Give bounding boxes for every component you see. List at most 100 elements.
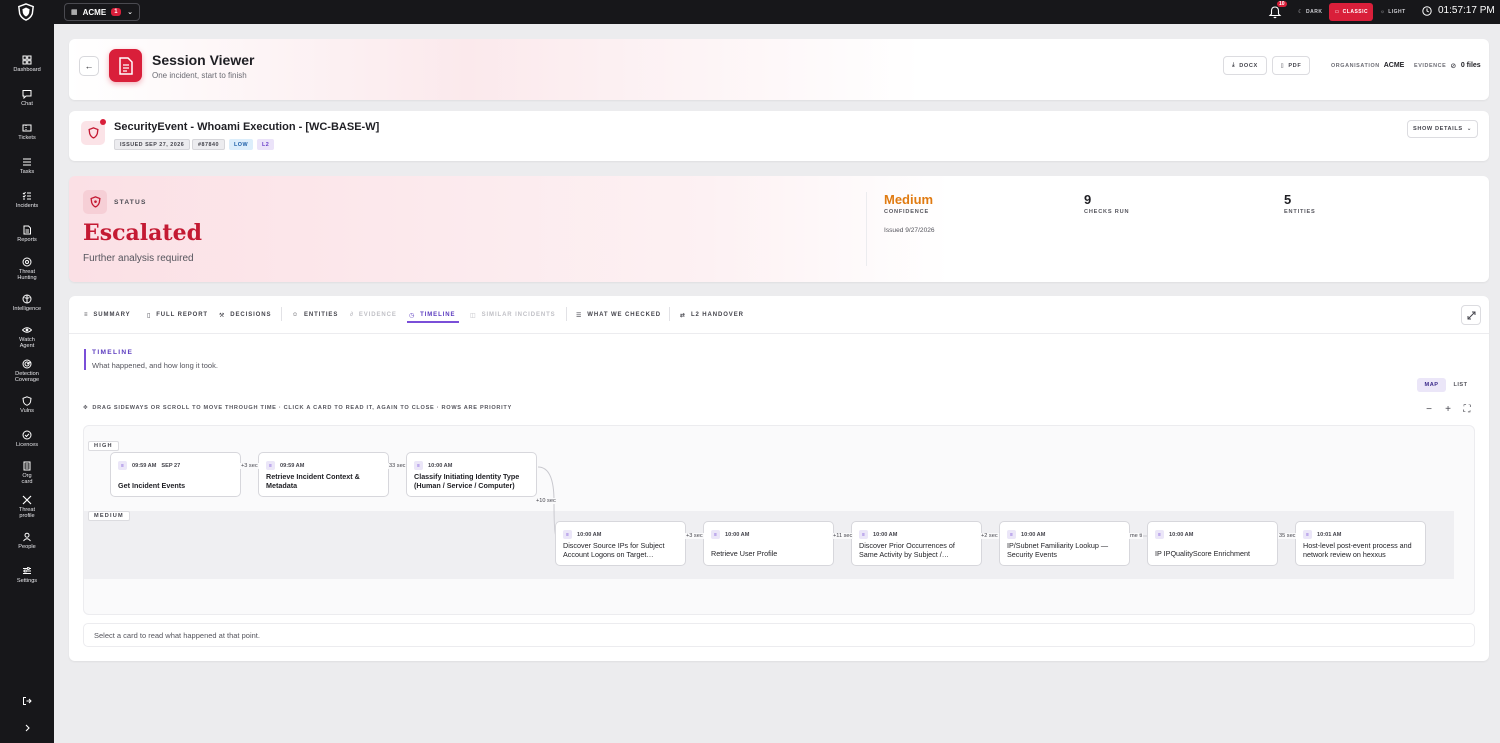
list-view-button[interactable]: LIST [1446,378,1475,392]
timeline-event-card[interactable]: ≡ 10:00 AM IP IPQualityScore Enrichment [1147,521,1278,566]
sidebar-item-chat[interactable]: Chat [0,89,54,107]
hint-text: DRAG SIDEWAYS OR SCROLL TO MOVE THROUGH … [92,405,512,411]
swap-icon: ⇄ [680,312,686,319]
sidebar-item-threat-profile[interactable]: Threat profile [0,495,54,519]
event-title: IP IPQualityScore Enrichment [1155,549,1250,558]
event-time-value: 10:00 AM [873,531,898,538]
theme-light-button[interactable]: ☼ LIGHT [1375,3,1411,21]
sidebar-item-settings[interactable]: Settings [0,566,54,584]
event-title: IP/Subnet Familiarity Lookup — Security … [1007,541,1109,559]
show-details-label: SHOW DETAILS [1413,126,1463,132]
zoom-out-button[interactable]: − [1423,403,1435,415]
tab-l2-handover[interactable]: ⇄ L2 HANDOVER [680,307,744,323]
sidebar-item-vulns[interactable]: Vulns [0,396,54,414]
gap-label: 35 sec [1278,533,1297,539]
theme-label: LIGHT [1388,9,1406,15]
evidence-value: 0 files [1460,62,1481,69]
org-card-icon [23,461,31,471]
timeline-subtitle: What happened, and how long it took. [92,361,218,370]
tab-separator [566,307,567,321]
alert-dot [100,119,106,125]
people-icon [23,532,31,542]
event-time: ≡ 10:00 AM [414,461,452,470]
sidebar-item-tickets[interactable]: Tickets [0,123,54,141]
docx-export-button[interactable]: ⤓ DOCX [1223,56,1267,75]
sidebar-item-people[interactable]: People [0,532,54,550]
chevron-down-icon: ⌄ [127,9,133,16]
sidebar-item-intelligence[interactable]: Intelligence [0,294,54,312]
sidebar-item-threat-hunting[interactable]: Threat Hunting [0,257,54,281]
event-title: Classify Initiating Identity Type (Human… [414,472,520,490]
fit-view-button[interactable]: ⛶ [1461,403,1473,415]
tab-full-report[interactable]: ▯ FULL REPORT [147,307,208,323]
step-icon: ≡ [1007,530,1016,539]
show-details-button[interactable]: SHOW DETAILS ⌄ [1407,120,1478,138]
timeline-event-card[interactable]: ≡ 10:00 AM IP/Subnet Familiarity Lookup —… [999,521,1130,566]
pdf-label: PDF [1288,62,1302,69]
step-icon: ≡ [1155,530,1164,539]
people-icon: ☺ [292,312,300,318]
timeline-event-card[interactable]: ≡ 09:59 AM Retrieve Incident Context & Me… [258,452,389,497]
sidebar-item-licences[interactable]: Licences [0,430,54,448]
timeline-canvas[interactable]: HIGH MEDIUM ≡ 09:59 AM SEP 27 Get Incident… [83,425,1475,615]
gap-label: +3 sec [240,463,259,469]
zoom-in-button[interactable]: + [1442,403,1454,415]
sliders-icon [23,567,31,574]
step-icon: ≡ [118,461,127,470]
gap-label: 33 sec [388,463,407,469]
back-button[interactable]: ← [79,56,99,76]
incident-icon [22,191,31,200]
sidebar-item-watch-agent[interactable]: Watch Agent [0,325,54,349]
event-time-value: 10:00 AM [577,531,602,538]
gap-label: +3 sec [685,533,704,539]
organisation-label: ORGANISATION [1331,62,1380,69]
expand-sidebar-button[interactable] [0,723,54,733]
event-time: ≡ 10:00 AM [1155,530,1193,539]
tab-what-we-checked[interactable]: ☰ WHAT WE CHECKED [576,307,661,323]
tab-decisions[interactable]: ⚒ DECISIONS [219,307,271,323]
timeline-hint: ✥ DRAG SIDEWAYS OR SCROLL TO MOVE THROUG… [83,405,512,411]
sidebar-item-label: Detection Coverage [14,371,40,383]
event-time-value: 10:01 AM [1317,531,1342,538]
status-label: STATUS [114,199,147,206]
map-view-button[interactable]: MAP [1417,378,1446,392]
bell-icon[interactable] [1268,5,1282,19]
severity-tag: LOW [229,139,254,150]
sidebar-item-label: Vulns [20,408,34,414]
file-icon: ▯ [147,312,152,319]
sidebar-item-dashboard[interactable]: Dashboard [0,55,54,73]
app-logo-icon[interactable] [16,3,36,21]
timeline-event-card[interactable]: ≡ 09:59 AM SEP 27 Get Incident Events [110,452,241,497]
list-icon: ≡ [84,312,89,318]
theme-classic-button[interactable]: ▭ CLASSIC [1329,3,1374,21]
tab-label: L2 HANDOVER [690,312,744,318]
pdf-export-button[interactable]: ▯ PDF [1272,56,1310,75]
timeline-event-card[interactable]: ≡ 10:00 AM Discover Prior Occurrences of … [851,521,982,566]
timeline-event-card[interactable]: ≡ 10:00 AM Retrieve User Profile [703,521,834,566]
tab-evidence[interactable]: ∂ EVIDENCE [350,307,397,323]
theme-dark-button[interactable]: ☾ DARK [1293,3,1327,21]
org-switcher[interactable]: ▦ ACME 1 ⌄ [64,3,140,21]
radar-icon [22,359,32,369]
timeline-event-card[interactable]: ≡ 10:00 AM Classify Initiating Identity T… [406,452,537,497]
sidebar: Dashboard Chat Tickets Tasks Incidents R… [0,24,54,743]
tab-label: DECISIONS [230,312,272,318]
sidebar-item-incidents[interactable]: Incidents [0,191,54,209]
sidebar-item-tasks[interactable]: Tasks [0,157,54,175]
tab-entities[interactable]: ☺ ENTITIES [292,307,338,323]
tab-similar-incidents[interactable]: ◫ SIMILAR INCIDENTS [470,307,556,323]
confidence-value: Medium [884,192,934,207]
sidebar-item-reports[interactable]: Reports [0,225,54,243]
sidebar-item-org-card[interactable]: Org card [0,461,54,485]
timeline-event-card[interactable]: ≡ 10:01 AM Host-level post-event process … [1295,521,1426,566]
tab-separator [281,307,282,321]
tab-summary[interactable]: ≡ SUMMARY [84,307,130,323]
event-time-value: 10:00 AM [725,531,750,538]
sidebar-item-detection-coverage[interactable]: Detection Coverage [0,359,54,383]
logout-button[interactable] [0,696,54,706]
shield-icon [22,396,32,406]
timeline-event-card[interactable]: ≡ 10:00 AM Discover Source IPs for Subjec… [555,521,686,566]
theme-label: DARK [1305,9,1323,15]
event-time-value: 10:00 AM [1021,531,1046,538]
fullscreen-button[interactable] [1461,305,1481,325]
